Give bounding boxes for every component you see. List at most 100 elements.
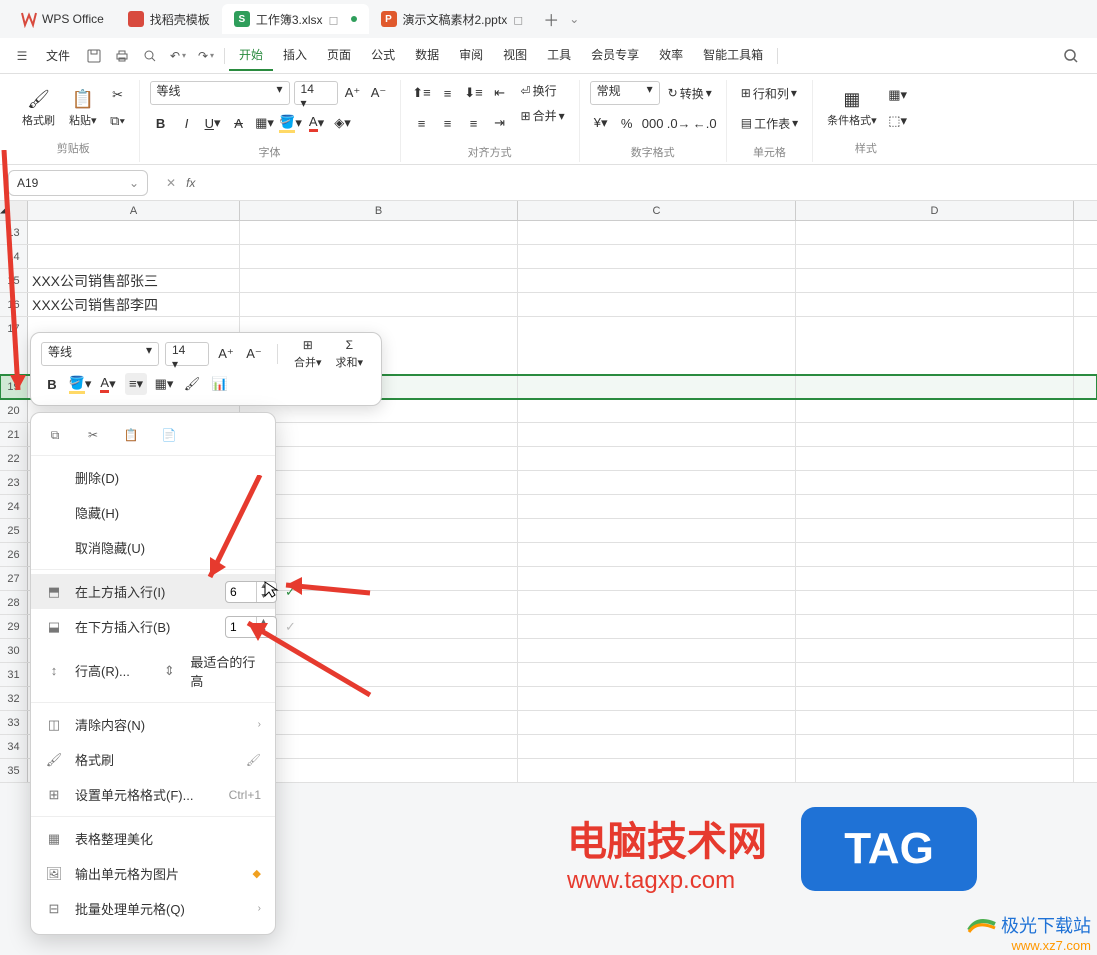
cell[interactable] <box>796 519 1074 542</box>
check-icon[interactable]: ✓ <box>285 584 296 600</box>
ctx-beautify[interactable]: ▦表格整理美化 <box>31 821 275 856</box>
menu-审阅[interactable]: 审阅 <box>449 40 493 71</box>
cell[interactable] <box>240 663 518 686</box>
menu-数据[interactable]: 数据 <box>405 40 449 71</box>
cell[interactable]: XXX公司销售部李四 <box>28 293 240 316</box>
cell[interactable] <box>796 759 1074 782</box>
cell[interactable] <box>518 759 796 782</box>
indent-inc-icon[interactable]: ⇥ <box>489 112 511 134</box>
ctx-clear[interactable]: ◫清除内容(N)› <box>31 707 275 742</box>
row-header-20[interactable]: 20 <box>0 399 28 422</box>
align-right-icon[interactable]: ≡ <box>463 112 485 134</box>
percent-icon[interactable]: % <box>616 112 638 134</box>
cell[interactable] <box>796 591 1074 614</box>
cell[interactable] <box>518 495 796 518</box>
cell[interactable] <box>240 269 518 292</box>
fx-icon[interactable]: fx <box>186 176 195 190</box>
cell[interactable] <box>796 317 1074 374</box>
cell[interactable] <box>796 711 1074 734</box>
row-header-17[interactable]: 17 <box>0 317 28 374</box>
row-header-14[interactable]: 14 <box>0 245 28 268</box>
worksheet-button[interactable]: ▤ 工作表▾ <box>737 113 802 134</box>
menu-插入[interactable]: 插入 <box>273 40 317 71</box>
cell[interactable] <box>28 245 240 268</box>
row-header-22[interactable]: 22 <box>0 447 28 470</box>
font-color-button[interactable]: A▾ <box>306 112 328 134</box>
menu-页面[interactable]: 页面 <box>317 40 361 71</box>
cell[interactable] <box>518 567 796 590</box>
cell[interactable] <box>796 269 1074 292</box>
new-tab-button[interactable]: ＋ <box>537 5 565 33</box>
preview-icon[interactable] <box>136 42 164 70</box>
cancel-formula-icon[interactable]: ✕ <box>166 176 176 190</box>
row-header-34[interactable]: 34 <box>0 735 28 758</box>
col-header-B[interactable]: B <box>240 201 518 220</box>
ctx-insert-above[interactable]: ⬒ 在上方插入行(I) ▲▼ ✓ <box>31 574 275 609</box>
cell[interactable] <box>518 591 796 614</box>
ctx-unhide[interactable]: 取消隐藏(U) <box>31 530 275 565</box>
cell[interactable] <box>796 495 1074 518</box>
insert-above-value[interactable] <box>226 585 256 599</box>
merge-cells-button[interactable]: ⊞ 合并▾ <box>517 105 569 126</box>
wrap-text-button[interactable]: ⏎ 换行 <box>517 80 569 101</box>
phonetic-button[interactable]: ◈▾ <box>332 112 354 134</box>
cell[interactable] <box>240 759 518 782</box>
cell[interactable] <box>240 711 518 734</box>
ctx-cut-icon[interactable]: ✂ <box>83 425 103 445</box>
row-header-30[interactable]: 30 <box>0 639 28 662</box>
cell[interactable] <box>518 687 796 710</box>
cell[interactable] <box>518 639 796 662</box>
ctx-paste-special-icon[interactable]: 📄 <box>159 425 179 445</box>
currency-icon[interactable]: ¥▾ <box>590 112 612 134</box>
conditional-format-button[interactable]: ▦条件格式▾ <box>823 80 881 136</box>
ctx-export-img[interactable]: 🖼输出单元格为图片◆ <box>31 856 275 891</box>
cell[interactable] <box>796 735 1074 758</box>
mini-bold-button[interactable]: B <box>41 373 63 395</box>
row-header-16[interactable]: 16 <box>0 293 28 316</box>
cell[interactable] <box>240 615 518 638</box>
cell[interactable] <box>518 711 796 734</box>
col-header-D[interactable]: D <box>796 201 1074 220</box>
cell[interactable] <box>240 423 518 446</box>
paste-button[interactable]: 📋粘贴▾ <box>65 80 101 136</box>
cell[interactable] <box>518 615 796 638</box>
align-top-icon[interactable]: ⬆≡ <box>411 82 433 104</box>
cell[interactable] <box>240 567 518 590</box>
insert-below-value[interactable] <box>226 620 256 634</box>
table-style-icon[interactable]: ▦▾ <box>887 84 909 106</box>
font-family-select[interactable]: 等线▾ <box>150 81 290 105</box>
col-header-C[interactable]: C <box>518 201 796 220</box>
mini-fontcolor-button[interactable]: A▾ <box>97 373 119 395</box>
mini-border-button[interactable]: ▦▾ <box>153 373 175 395</box>
print-icon[interactable] <box>108 42 136 70</box>
cell[interactable] <box>518 519 796 542</box>
mini-inc-font-icon[interactable]: A⁺ <box>215 343 237 365</box>
cell[interactable] <box>518 663 796 686</box>
underline-button[interactable]: U▾ <box>202 112 224 134</box>
row-header-27[interactable]: 27 <box>0 567 28 590</box>
cell[interactable] <box>518 269 796 292</box>
row-header-24[interactable]: 24 <box>0 495 28 518</box>
ctx-paste-icon[interactable]: 📋 <box>121 425 141 445</box>
mini-chart-button[interactable]: 📊 <box>209 373 231 395</box>
cell[interactable] <box>28 221 240 244</box>
row-header-26[interactable]: 26 <box>0 543 28 566</box>
rows-cols-button[interactable]: ⊞ 行和列▾ <box>737 83 801 104</box>
pin-icon[interactable]: ◻ <box>329 13 341 25</box>
cell[interactable] <box>240 471 518 494</box>
decrease-font-icon[interactable]: A⁻ <box>368 82 390 104</box>
name-box[interactable]: A19⌄ <box>8 170 148 196</box>
row-header-25[interactable]: 25 <box>0 519 28 542</box>
cell[interactable] <box>796 221 1074 244</box>
cell[interactable] <box>796 245 1074 268</box>
ctx-copy-icon[interactable]: ⧉ <box>45 425 65 445</box>
align-middle-icon[interactable]: ≡ <box>437 82 459 104</box>
col-header-A[interactable]: A <box>28 201 240 220</box>
insert-below-spinner[interactable]: ▲▼ <box>225 616 277 638</box>
indent-dec-icon[interactable]: ⇤ <box>489 82 511 104</box>
cell[interactable] <box>240 543 518 566</box>
row-header-15[interactable]: 15 <box>0 269 28 292</box>
row-header-19[interactable]: 19 <box>0 375 28 398</box>
menu-视图[interactable]: 视图 <box>493 40 537 71</box>
inc-decimal-icon[interactable]: .0→ <box>668 112 690 134</box>
